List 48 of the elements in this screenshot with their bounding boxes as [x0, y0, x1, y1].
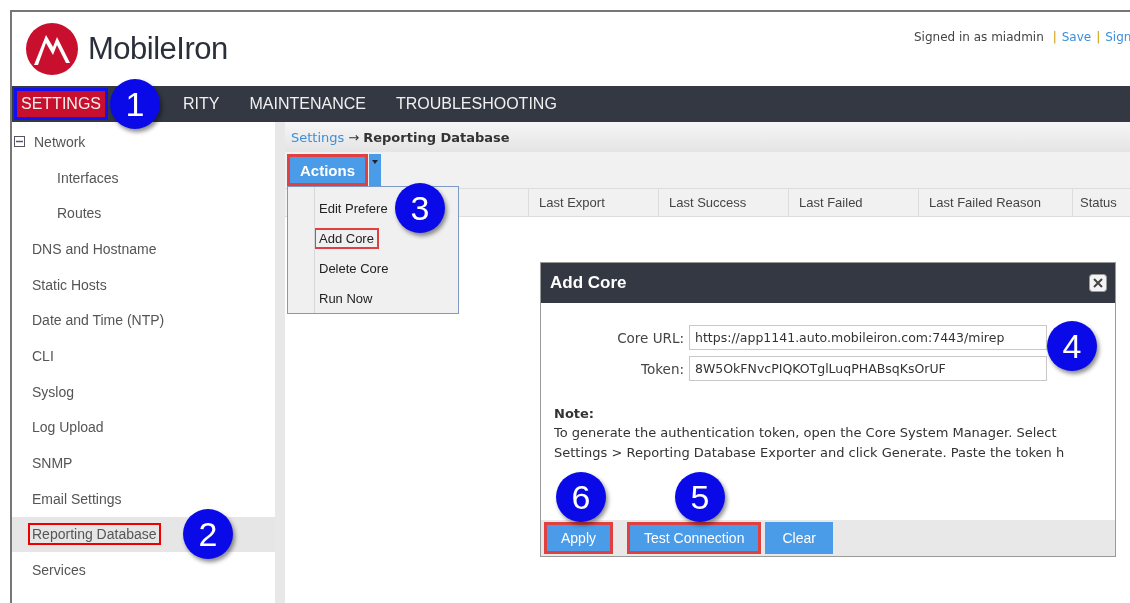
sidebar-item[interactable]: Reporting Database [28, 523, 161, 546]
field-label: Token: [640, 360, 685, 377]
sidebar-item[interactable]: Log Upload [28, 416, 108, 439]
column-header[interactable]: Last Success [658, 189, 788, 216]
link-separator: | [1052, 30, 1057, 44]
input-field[interactable]: https://app1141.auto.mobileiron.com:7443/mirep [689, 325, 1047, 350]
dialog-title: Add Core [550, 273, 627, 293]
column-header[interactable]: Last Failed [788, 189, 918, 216]
column-header[interactable]: Last Failed Reason [918, 189, 1072, 216]
breadcrumb-separator: → [348, 129, 360, 145]
note-title: Note: [554, 406, 596, 421]
menu-item[interactable]: Run Now [314, 287, 378, 309]
collapse-icon[interactable] [14, 136, 25, 148]
step-badge: 2 [183, 509, 233, 559]
nav-tab[interactable]: RITY [176, 88, 227, 120]
close-icon[interactable] [1089, 274, 1107, 292]
sidebar-item[interactable]: Routes [53, 202, 106, 225]
signed-in-text: Signed in as miadmin [914, 30, 1044, 44]
logo-text: MobileIron [88, 31, 228, 67]
sidebar-item[interactable]: DNS and Hostname [28, 237, 161, 260]
sidebar-item[interactable]: Static Hosts [28, 273, 111, 296]
field-label: Core URL: [616, 329, 685, 346]
logo-icon [26, 23, 78, 75]
sidebar-item[interactable]: Date and Time (NTP) [28, 309, 169, 332]
dropdown-button[interactable] [369, 154, 381, 186]
input-field[interactable]: 8W5OkFNvcPIQKOTglLuqPHABsqKsOrUF [689, 356, 1047, 381]
sidebar-item[interactable]: SNMP [28, 452, 77, 475]
nav-tab[interactable]: TROUBLESHOOTING [388, 88, 564, 120]
menu-item[interactable]: Delete Core [314, 257, 394, 279]
sidebar-item[interactable]: Email Settings [28, 487, 126, 510]
sidebar-item[interactable]: Syslog [28, 380, 79, 403]
caret-icon [372, 160, 378, 164]
nav-tab[interactable]: SETTINGS [14, 88, 108, 120]
link-separator: | [1096, 30, 1101, 44]
nav-tab[interactable]: MAINTENANCE [242, 88, 373, 120]
sidebar-item[interactable]: Services [28, 559, 90, 582]
breadcrumb-current: Reporting Database [363, 129, 510, 145]
header-link[interactable]: Save [1061, 30, 1092, 44]
sidebar-item[interactable]: Interfaces [53, 166, 123, 189]
menu-item[interactable]: Edit Prefere [314, 197, 393, 219]
header-link[interactable]: Sign [1105, 30, 1130, 44]
column-header[interactable]: Status [1072, 189, 1130, 216]
note-text: To generate the authentication token, open the Core System Manager. Select Settings > Reporting Database Exporter and click Generate. Paste the token h [554, 424, 1066, 462]
column-header[interactable]: Last Export [528, 189, 658, 216]
sidebar-item[interactable]: Network [30, 130, 90, 153]
menu-item[interactable]: Add Core [314, 227, 379, 249]
step-badge: 1 [110, 79, 160, 129]
sidebar-item[interactable]: CLI [28, 344, 58, 367]
